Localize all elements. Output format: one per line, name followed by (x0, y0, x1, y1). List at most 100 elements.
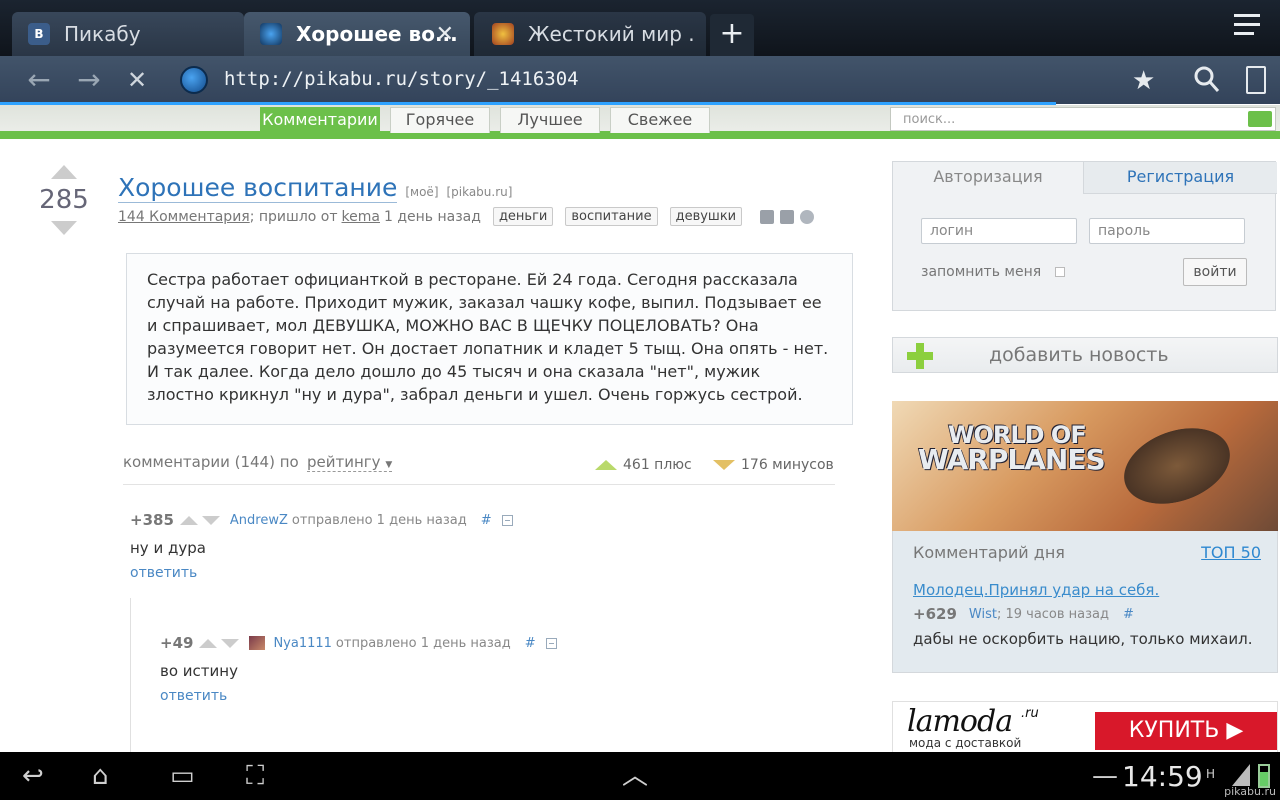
story-rating: 285 (39, 185, 89, 215)
stop-icon[interactable]: ✕ (122, 66, 152, 96)
signal-icon (1232, 764, 1250, 786)
comments-header: комментарии (144) по рейтингу ▼ 461 плюс… (123, 451, 835, 485)
recent-apps-icon[interactable]: ▭ (170, 762, 195, 790)
collapse-icon[interactable] (545, 637, 557, 649)
login-field[interactable]: логин (921, 218, 1077, 244)
ad-banner-warplanes[interactable]: WORLD OF WARPLANES (892, 401, 1278, 531)
forward-icon[interactable]: → (74, 66, 104, 96)
minus-text: 176 минусов (741, 457, 834, 473)
comment-header: +49 Nya1111 отправлено 1 день назад # (160, 634, 557, 652)
collapse-icon[interactable] (501, 514, 513, 526)
network-icon: H (1206, 767, 1216, 781)
downvote-icon[interactable] (221, 638, 240, 648)
comment: +385 AndrewZ отправлено 1 день назад # н… (130, 511, 513, 581)
star-icon[interactable]: ★ (1132, 66, 1155, 96)
login-button[interactable]: войти (1183, 258, 1247, 286)
lamoda-logo: lamoda (907, 704, 1013, 739)
browser-tab-bar: В Пикабу Хорошее во... ✕ Жестокий мир . … (0, 0, 1280, 56)
close-icon[interactable]: ✕ (436, 22, 454, 47)
cod-title: Комментарий дня (913, 543, 1065, 562)
tag-money[interactable]: деньги (492, 207, 554, 226)
twitter-icon[interactable] (800, 209, 815, 224)
downvote-icon[interactable] (201, 515, 220, 525)
tab-label: Пикабу (64, 22, 141, 46)
comment-permalink[interactable]: # (481, 513, 492, 528)
posted-ago: 1 день назад (383, 208, 481, 225)
comment-user[interactable]: Nya1111 (273, 636, 331, 651)
plus-count: 461 плюс (595, 457, 692, 473)
story-content: Сестра работает официанткой в ресторане.… (126, 253, 853, 425)
comment-permalink[interactable]: # (525, 636, 536, 651)
chevron-up-icon[interactable]: ︿ (622, 762, 648, 790)
tab-cruel-world[interactable]: Жестокий мир . (474, 12, 706, 56)
site-search-input[interactable]: поиск... (890, 107, 1276, 131)
upvote-icon[interactable] (51, 165, 77, 179)
tag-mine[interactable]: [моё] (405, 185, 438, 199)
system-nav-bar: ↩ ⌂ ▭ ⛶ ︿ — 14:59 H pikabu.ru (0, 752, 1280, 800)
clock: 14:59 (1122, 760, 1203, 793)
downvote-icon[interactable] (51, 221, 77, 235)
cod-ago: ; 19 часов назад (996, 606, 1110, 622)
remember-checkbox[interactable] (1055, 267, 1066, 277)
cod-permalink[interactable]: # (1123, 607, 1134, 622)
vk-share-icon[interactable] (780, 209, 795, 224)
tab-hot[interactable]: Горячее (390, 107, 490, 133)
story-vote: 285 (36, 165, 92, 235)
top50-link[interactable]: ТОП 50 (1201, 543, 1261, 562)
story-title[interactable]: Хорошее воспитание (118, 173, 398, 203)
remember-label: запомнить меня (921, 264, 1042, 280)
tag-upbringing[interactable]: воспитание (565, 207, 658, 226)
tab-label: Жестокий мир . (528, 22, 695, 46)
comment-score: +385 (130, 511, 174, 529)
comment-header: +385 AndrewZ отправлено 1 день назад # (130, 511, 513, 529)
upvote-icon[interactable] (199, 638, 218, 648)
reply-link[interactable]: ответить (160, 688, 557, 704)
tab-pikabu[interactable]: В Пикабу (12, 12, 244, 56)
search-placeholder: поиск... (903, 112, 956, 127)
home-icon[interactable]: ⌂ (92, 762, 109, 790)
address-bar: ← → ✕ http://pikabu.ru/story/_1416304 ★ (0, 56, 1280, 104)
bookmark-icon[interactable] (1246, 66, 1266, 94)
tab-best[interactable]: Лучшее (500, 107, 600, 133)
ad-banner-lamoda[interactable]: lamoda .ru мода с доставкой КУПИТЬ ▶ (892, 701, 1278, 752)
tab-register[interactable]: Регистрация (1083, 162, 1277, 194)
globe-icon (180, 66, 208, 94)
cod-text: дабы не оскорбить нацию, только михаил. (913, 630, 1253, 648)
cod-story-link[interactable]: Молодец.Принял удар на себя. (913, 581, 1159, 599)
auth-panel: Авторизация Регистрация логин пароль зап… (892, 161, 1277, 311)
tab-current-story[interactable]: Хорошее во... ✕ (244, 12, 470, 56)
tab-comments[interactable]: Комментарии (260, 107, 380, 133)
remember-me: запомнить меня (921, 264, 1066, 280)
comment-score: +49 (160, 634, 194, 652)
url-field[interactable]: http://pikabu.ru/story/_1416304 (170, 62, 1180, 98)
add-news-button[interactable]: добавить новость (892, 337, 1278, 373)
screenshot-icon[interactable]: ⛶ (246, 762, 264, 790)
plus-icon (907, 343, 933, 369)
upvote-icon[interactable] (179, 515, 198, 525)
password-field[interactable]: пароль (1089, 218, 1245, 244)
search-button[interactable] (1248, 111, 1272, 127)
notification-icon[interactable]: — (1092, 762, 1118, 790)
globe-icon (260, 23, 282, 45)
url-text: http://pikabu.ru/story/_1416304 (224, 68, 579, 90)
buy-button[interactable]: КУПИТЬ ▶ (1095, 712, 1277, 750)
comment-user[interactable]: AndrewZ (230, 513, 288, 528)
new-tab-button[interactable]: + (710, 14, 754, 56)
tab-login[interactable]: Авторизация (893, 162, 1083, 194)
back-icon[interactable]: ↩ (22, 762, 44, 790)
sort-dropdown[interactable]: рейтингу ▼ (307, 453, 393, 472)
cod-user[interactable]: Wist (969, 607, 997, 622)
reply-link[interactable]: ответить (130, 565, 513, 581)
lamoda-ru: .ru (1021, 706, 1039, 721)
search-icon[interactable] (1194, 66, 1220, 98)
comments-link[interactable]: 144 Комментария (118, 209, 250, 225)
author-link[interactable]: kema (342, 209, 380, 225)
tab-new[interactable]: Свежее (610, 107, 710, 133)
comment-meta: отправлено 1 день назад (291, 512, 467, 528)
tag-girls[interactable]: девушки (669, 207, 743, 226)
add-news-label: добавить новость (989, 344, 1169, 366)
menu-icon[interactable] (1234, 14, 1268, 44)
back-icon[interactable]: ← (24, 66, 54, 96)
comment-text: во истину (160, 662, 238, 680)
facebook-icon[interactable] (760, 209, 775, 224)
